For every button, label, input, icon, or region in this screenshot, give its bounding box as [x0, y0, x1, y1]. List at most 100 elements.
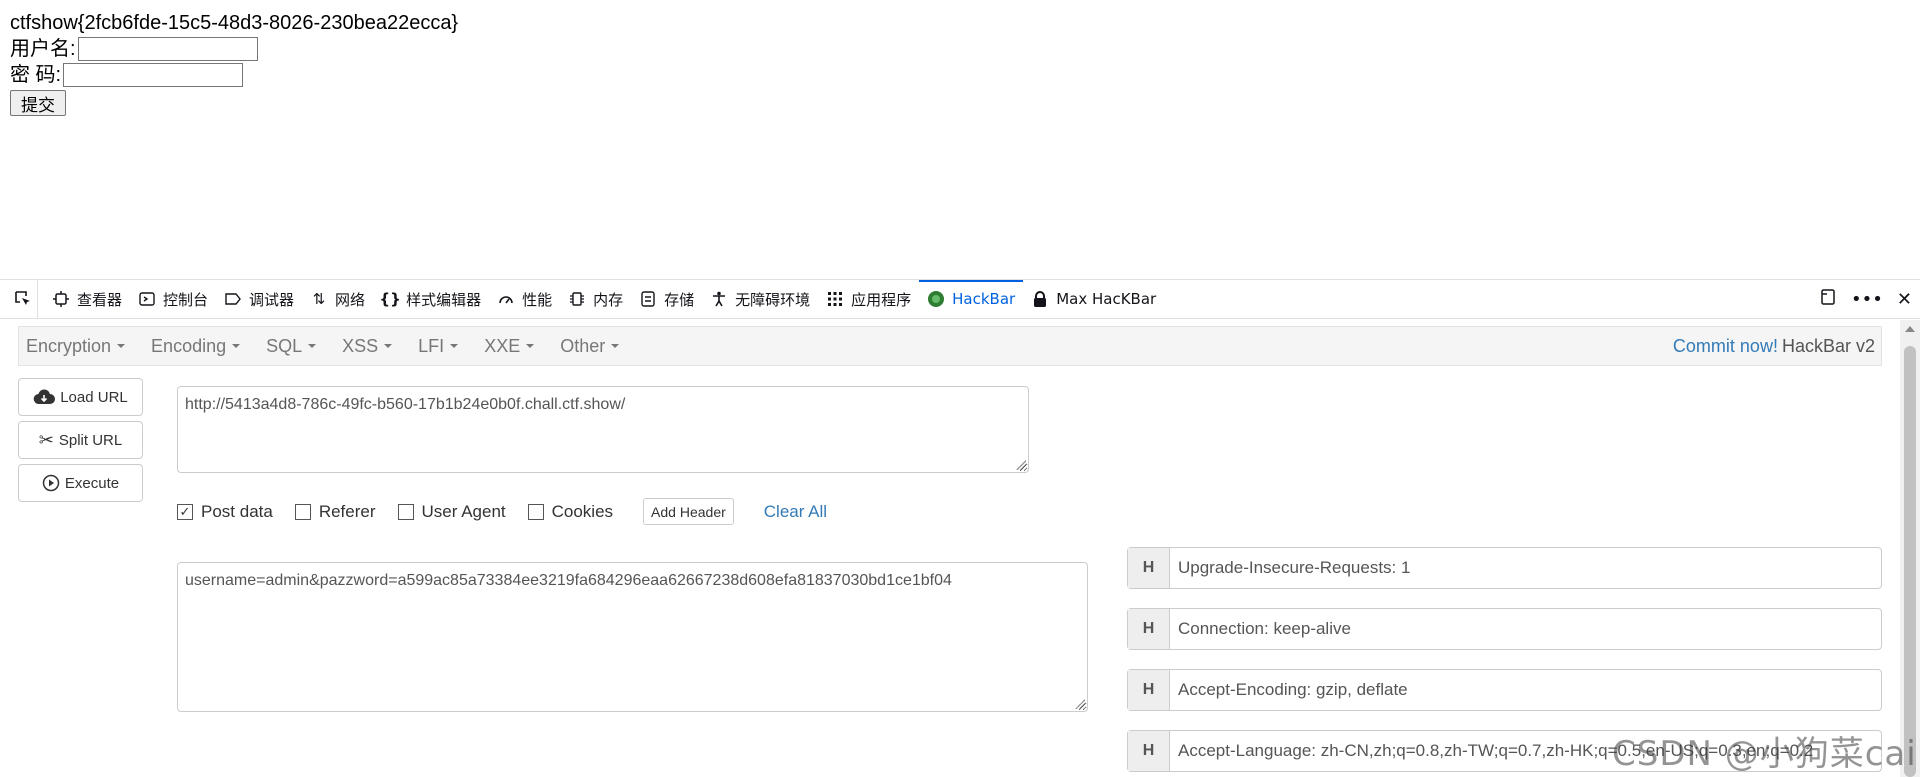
header-row[interactable]: H Accept-Encoding: gzip, deflate — [1127, 669, 1882, 711]
menu-xss[interactable]: XSS — [329, 336, 405, 357]
load-url-button[interactable]: Load URL — [18, 378, 143, 416]
chevron-down-icon — [117, 344, 126, 348]
option-label: User Agent — [421, 501, 506, 521]
tab-application[interactable]: 应用程序 — [818, 280, 919, 319]
more-options-icon[interactable]: ••• — [1851, 289, 1883, 310]
header-row[interactable]: H Upgrade-Insecure-Requests: 1 — [1127, 547, 1882, 589]
button-label: Load URL — [60, 388, 128, 406]
menu-label: Encryption — [26, 335, 112, 356]
application-icon — [826, 290, 844, 308]
button-label: Split URL — [58, 431, 123, 449]
split-url-button[interactable]: ✂ Split URL — [18, 421, 143, 459]
storage-icon — [639, 290, 657, 308]
menu-other[interactable]: Other — [547, 336, 632, 357]
tab-inspector[interactable]: 查看器 — [44, 280, 130, 319]
close-icon[interactable]: ✕ — [1897, 289, 1912, 310]
clear-all-link[interactable]: Clear All — [764, 502, 827, 522]
commit-link[interactable]: Commit now! — [1673, 336, 1778, 356]
tab-label: Max HacKBar — [1056, 290, 1157, 308]
header-row[interactable]: H Connection: keep-alive — [1127, 608, 1882, 650]
password-input[interactable] — [63, 63, 244, 87]
header-tag: H — [1128, 731, 1170, 771]
cloud-download-icon — [33, 389, 56, 405]
checkbox-icon — [397, 503, 414, 520]
username-input[interactable] — [77, 37, 258, 61]
checkbox-checked-icon: ✓ — [177, 503, 193, 520]
hackbar-icon — [927, 290, 945, 308]
tab-style-editor[interactable]: {} 样式编辑器 — [373, 280, 489, 319]
tab-memory[interactable]: 内存 — [560, 280, 631, 319]
referer-checkbox[interactable]: Referer — [294, 502, 376, 522]
url-textarea[interactable]: http://5413a4d8-786c-49fc-b560-17b1b24e0… — [177, 386, 1029, 473]
header-tag: H — [1128, 670, 1170, 710]
user-agent-checkbox[interactable]: User Agent — [397, 501, 506, 522]
menu-label: LFI — [418, 335, 445, 356]
tab-label: 无障碍环境 — [735, 290, 811, 309]
add-header-button[interactable]: Add Header — [643, 498, 734, 525]
password-label: 密 码: — [10, 64, 62, 86]
scissors-icon: ✂ — [38, 429, 54, 450]
scrollbar-thumb[interactable] — [1904, 346, 1916, 777]
header-tag: H — [1128, 609, 1170, 649]
resize-handle[interactable] — [1075, 699, 1085, 709]
tab-max-hackbar[interactable]: Max HacKBar — [1023, 280, 1164, 319]
menu-label: XSS — [342, 335, 379, 356]
chevron-down-icon — [384, 344, 393, 348]
tab-console[interactable]: 控制台 — [130, 280, 216, 319]
resize-handle[interactable] — [1016, 460, 1026, 470]
scroll-up-icon[interactable] — [1905, 326, 1915, 332]
request-options: ✓ Post data Referer User Agent Cookies Ad… — [177, 498, 827, 525]
chevron-down-icon — [450, 344, 459, 348]
menu-xxe[interactable]: XXE — [471, 336, 547, 357]
watermark: CSDN @小狗菜cai — [1612, 734, 1917, 774]
submit-button[interactable]: 提交 — [10, 90, 66, 116]
chevron-down-icon — [308, 344, 317, 348]
devtools-toolbar: 查看器 控制台 调试器 ⇅ 网络 {} 样式编辑器 性能 内存 存储 无障碍环境… — [0, 279, 1920, 319]
performance-icon — [497, 290, 515, 308]
vertical-scrollbar[interactable] — [1900, 320, 1920, 777]
tab-storage[interactable]: 存储 — [631, 280, 702, 319]
execute-button[interactable]: Execute — [18, 464, 143, 502]
post-data-checkbox[interactable]: ✓ Post data — [177, 502, 273, 522]
flag-text: ctfshow{2fcb6fde-15c5-48d3-8026-230bea22… — [10, 12, 459, 34]
post-data-textarea[interactable]: username=admin&pazzword=a599ac85a73384ee… — [177, 562, 1088, 712]
menu-label: Encoding — [151, 335, 227, 356]
checkbox-icon — [527, 503, 544, 520]
brand-name: HackBar v2 — [1781, 335, 1875, 356]
hackbar-menu: Encryption Encoding SQL XSS LFI XXE Othe… — [18, 326, 1882, 366]
hackbar-panel: Encryption Encoding SQL XSS LFI XXE Othe… — [18, 326, 1882, 772]
button-label: Execute — [64, 474, 120, 492]
max-hackbar-icon — [1031, 290, 1049, 308]
username-label: 用户名: — [10, 38, 76, 60]
menu-sql[interactable]: SQL — [253, 336, 329, 357]
element-picker-icon[interactable] — [8, 279, 38, 319]
accessibility-icon — [710, 290, 728, 308]
post-data-value: username=admin&pazzword=a599ac85a73384ee… — [185, 572, 952, 589]
menu-label: XXE — [484, 335, 521, 356]
devtools-panel: 查看器 控制台 调试器 ⇅ 网络 {} 样式编辑器 性能 内存 存储 无障碍环境… — [0, 279, 1920, 777]
devtools-controls: ••• ✕ — [1819, 288, 1920, 311]
menu-label: Other — [560, 335, 606, 356]
chevron-down-icon — [526, 344, 535, 348]
tab-label: 性能 — [522, 290, 553, 309]
tab-label: 应用程序 — [851, 290, 912, 309]
menu-encoding[interactable]: Encoding — [138, 336, 253, 357]
header-value: Accept-Encoding: gzip, deflate — [1178, 680, 1408, 699]
tab-accessibility[interactable]: 无障碍环境 — [702, 280, 818, 319]
menu-lfi[interactable]: LFI — [405, 336, 471, 357]
menu-encryption[interactable]: Encryption — [19, 336, 138, 357]
hackbar-brand: Commit now! HackBar v2 — [1673, 336, 1881, 357]
tab-hackbar[interactable]: HackBar — [919, 279, 1024, 319]
console-icon — [138, 290, 156, 308]
tab-label: 内存 — [593, 290, 624, 309]
tab-network[interactable]: ⇅ 网络 — [302, 280, 373, 319]
password-row: 密 码: — [10, 62, 458, 88]
url-value: http://5413a4d8-786c-49fc-b560-17b1b24e0… — [185, 396, 626, 413]
tab-performance[interactable]: 性能 — [489, 280, 560, 319]
tab-debugger[interactable]: 调试器 — [216, 280, 302, 319]
dock-side-icon[interactable] — [1819, 288, 1837, 311]
tab-label: 查看器 — [77, 290, 123, 309]
menu-label: SQL — [266, 335, 303, 356]
cookies-checkbox[interactable]: Cookies — [527, 502, 613, 522]
tab-label: 样式编辑器 — [406, 290, 482, 309]
